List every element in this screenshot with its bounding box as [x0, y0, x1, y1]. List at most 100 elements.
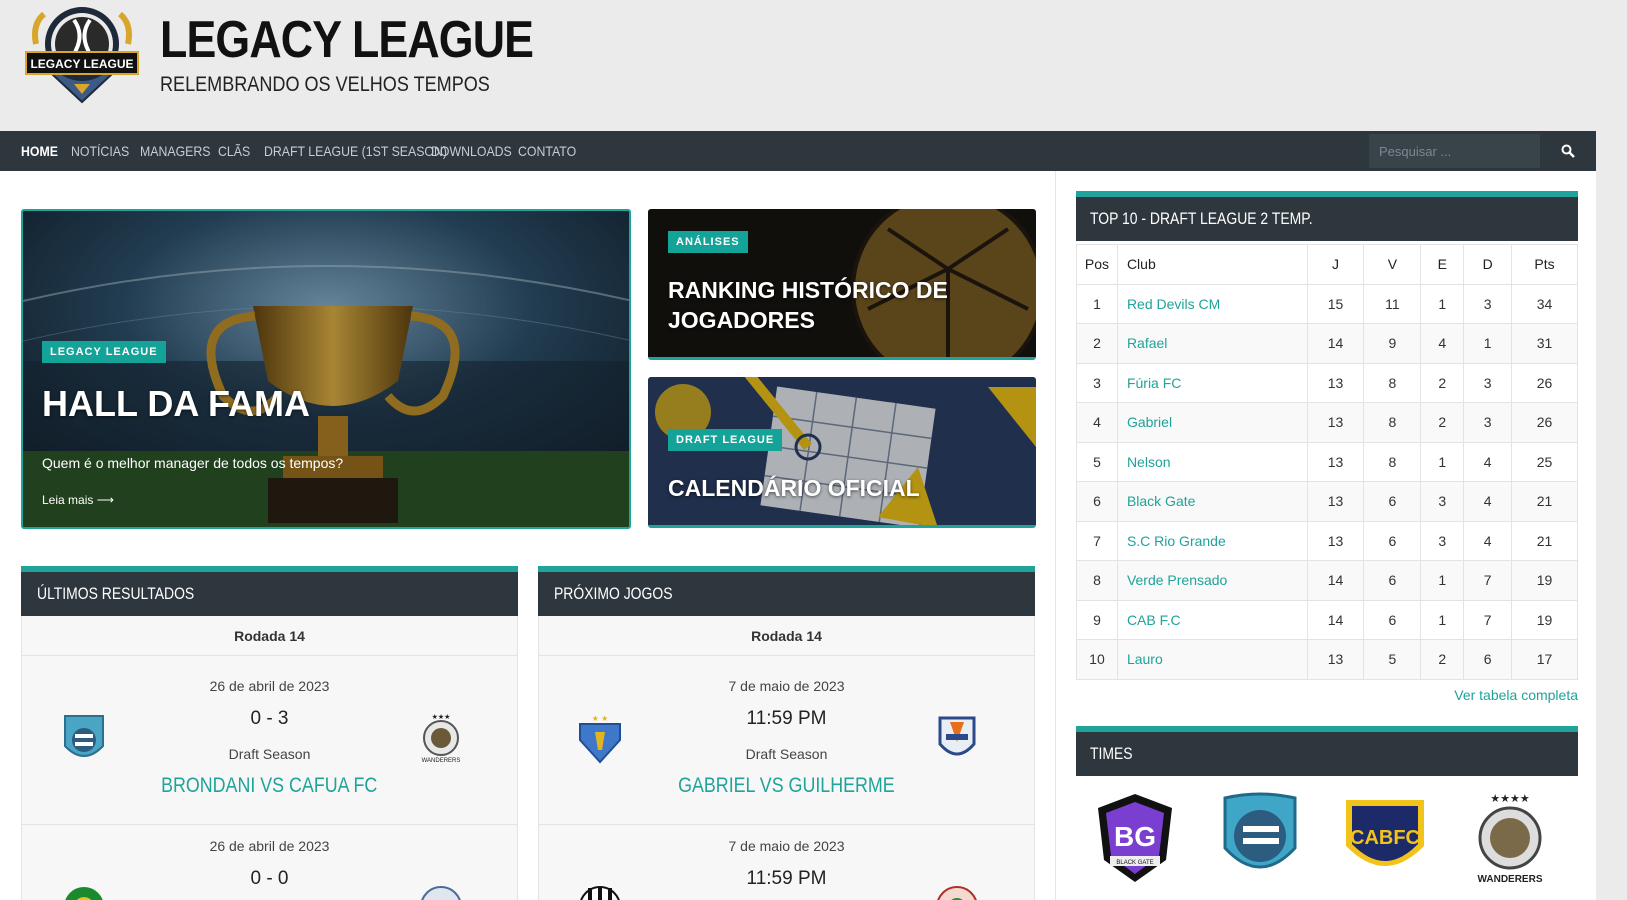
card-tag[interactable]: LEGACY LEAGUE [42, 341, 166, 363]
card-tag[interactable]: ANÁLISES [668, 231, 748, 253]
read-more-link[interactable]: Leia mais ⟶ [42, 493, 114, 507]
table-cell: 8 [1363, 402, 1422, 443]
club-link[interactable]: Red Devils CM [1116, 283, 1308, 324]
club-link[interactable]: Black Gate [1116, 481, 1308, 522]
table-cell: 31 [1511, 323, 1578, 364]
match-title[interactable]: GABRIEL VS GUILHERME [539, 774, 1034, 798]
table-cell: 8 [1363, 441, 1422, 482]
club-link[interactable]: Gabriel [1116, 402, 1308, 443]
match-item[interactable]: 7 de maio de 2023 11:59 PM Draft Season … [539, 656, 1034, 824]
featured-calendario-oficial[interactable]: DRAFT LEAGUE CALENDÁRIO OFICIAL [648, 377, 1036, 528]
nav-draft-league[interactable]: DRAFT LEAGUE (1ST SEASON) [264, 131, 447, 171]
match-item[interactable]: 26 de abril de 2023 0 - 0 [22, 824, 517, 900]
table-cell: 1 [1420, 599, 1465, 640]
table-cell: 25 [1511, 441, 1578, 482]
column-header: V [1363, 244, 1422, 285]
site-tagline: RELEMBRANDO OS VELHOS TEMPOS [160, 73, 490, 96]
away-team-logo[interactable]: WANDERERS ★★★ [418, 710, 464, 766]
results-widget-heading: ÚLTIMOS RESULTADOS [21, 572, 518, 616]
table-row: 4 Gabriel 13 8 2 3 26 [1076, 402, 1578, 443]
card-title[interactable]: HALL DA FAMA [42, 383, 310, 425]
table-row: 2 Rafael 14 9 4 1 31 [1076, 323, 1578, 364]
see-full-table-link[interactable]: Ver tabela completa [1350, 687, 1578, 703]
site-logo[interactable]: LEGACY LEAGUE [22, 4, 142, 106]
table-cell: 11 [1363, 283, 1422, 324]
table-cell: 6 [1463, 639, 1513, 680]
nav-downloads[interactable]: DOWNLOADS [431, 131, 512, 171]
away-team-logo[interactable] [934, 884, 980, 900]
table-row: 8 Verde Prensado 14 6 1 7 19 [1076, 560, 1578, 601]
table-cell: 14 [1306, 560, 1365, 601]
team-logo-black-gate[interactable]: BG BLACK GATE [1090, 790, 1180, 886]
match-date: 7 de maio de 2023 [728, 838, 845, 854]
table-cell: 6 [1363, 481, 1422, 522]
table-header-row: Pos Club J V E D Pts [1076, 244, 1578, 285]
home-team-logo[interactable] [61, 884, 107, 900]
club-link[interactable]: Lauro [1116, 639, 1308, 680]
nav-contato[interactable]: CONTATO [518, 131, 576, 171]
club-link[interactable]: Nelson [1116, 441, 1308, 482]
table-cell: 10 [1076, 639, 1118, 680]
nav-clas[interactable]: CLÃS [218, 131, 250, 171]
nav-managers[interactable]: MANAGERS [140, 131, 211, 171]
card-title[interactable]: CALENDÁRIO OFICIAL [668, 475, 920, 502]
sidebar-divider [1055, 171, 1056, 900]
nav-noticias[interactable]: NOTÍCIAS [71, 131, 129, 171]
trophy-image [23, 211, 629, 527]
table-cell: 1 [1420, 283, 1465, 324]
table-cell: 7 [1076, 520, 1118, 561]
column-header: Pts [1511, 244, 1578, 285]
team-logo-wanderers[interactable]: ★★★★ WANDERERS [1465, 790, 1555, 886]
table-cell: 4 [1463, 520, 1513, 561]
away-team-logo[interactable] [934, 710, 980, 766]
table-cell: 6 [1363, 599, 1422, 640]
search-button[interactable] [1540, 134, 1596, 168]
table-cell: 19 [1511, 560, 1578, 601]
search-input[interactable] [1369, 134, 1540, 168]
club-link[interactable]: CAB F.C [1116, 599, 1308, 640]
club-link[interactable]: Fúria FC [1116, 362, 1308, 403]
table-cell: 8 [1076, 560, 1118, 601]
table-cell: 19 [1511, 599, 1578, 640]
table-cell: 5 [1363, 639, 1422, 680]
featured-hall-da-fama[interactable]: LEGACY LEAGUE HALL DA FAMA Quem é o melh… [21, 209, 631, 529]
home-team-logo[interactable]: ★ ★ [577, 710, 623, 766]
nav-home[interactable]: HOME [21, 131, 58, 171]
table-cell: 14 [1306, 599, 1365, 640]
table-row: 7 S.C Rio Grande 13 6 3 4 21 [1076, 520, 1578, 561]
featured-ranking-historico[interactable]: ANÁLISES RANKING HISTÓRICO DE JOGADORES [648, 209, 1036, 360]
team-logo-cafua[interactable] [1215, 790, 1305, 886]
table-cell: 6 [1076, 481, 1118, 522]
home-team-logo[interactable] [61, 710, 107, 766]
table-cell: 4 [1420, 323, 1465, 364]
match-item[interactable]: 7 de maio de 2023 11:59 PM [539, 824, 1034, 900]
svg-text:★★★: ★★★ [432, 713, 451, 721]
table-cell: 13 [1306, 362, 1365, 403]
club-link[interactable]: S.C Rio Grande [1116, 520, 1308, 561]
round-label: Rodada 14 [539, 616, 1034, 656]
table-cell: 7 [1463, 560, 1513, 601]
club-link[interactable]: Verde Prensado [1116, 560, 1308, 601]
svg-text:BG: BG [1114, 821, 1156, 852]
team-logo-cab-fc[interactable]: CABFC [1340, 790, 1430, 886]
card-tag[interactable]: DRAFT LEAGUE [668, 429, 783, 451]
table-cell: 14 [1306, 323, 1365, 364]
table-cell: 13 [1306, 402, 1365, 443]
home-team-logo[interactable] [577, 884, 623, 900]
table-cell: 7 [1463, 599, 1513, 640]
table-cell: 34 [1511, 283, 1578, 324]
club-link[interactable]: Rafael [1116, 323, 1308, 364]
away-team-logo[interactable] [418, 884, 464, 900]
standings-widget-heading: TOP 10 - DRAFT LEAGUE 2 TEMP. [1076, 197, 1578, 241]
table-cell: 21 [1511, 481, 1578, 522]
table-cell: 8 [1363, 362, 1422, 403]
main-nav: HOME NOTÍCIAS MANAGERS CLÃS DRAFT LEAGUE… [0, 131, 1596, 171]
match-title[interactable]: BRONDANI VS CAFUA FC [22, 774, 517, 798]
site-title[interactable]: LEGACY LEAGUE [160, 10, 534, 70]
card-title[interactable]: RANKING HISTÓRICO DE JOGADORES [668, 275, 958, 335]
table-row: 5 Nelson 13 8 1 4 25 [1076, 441, 1578, 482]
table-cell: 2 [1420, 639, 1465, 680]
match-item[interactable]: 26 de abril de 2023 0 - 3 Draft Season B… [22, 656, 517, 824]
table-cell: 2 [1420, 362, 1465, 403]
site-header: LEGACY LEAGUE LEGACY LEAGUE RELEMBRANDO … [0, 0, 1627, 131]
